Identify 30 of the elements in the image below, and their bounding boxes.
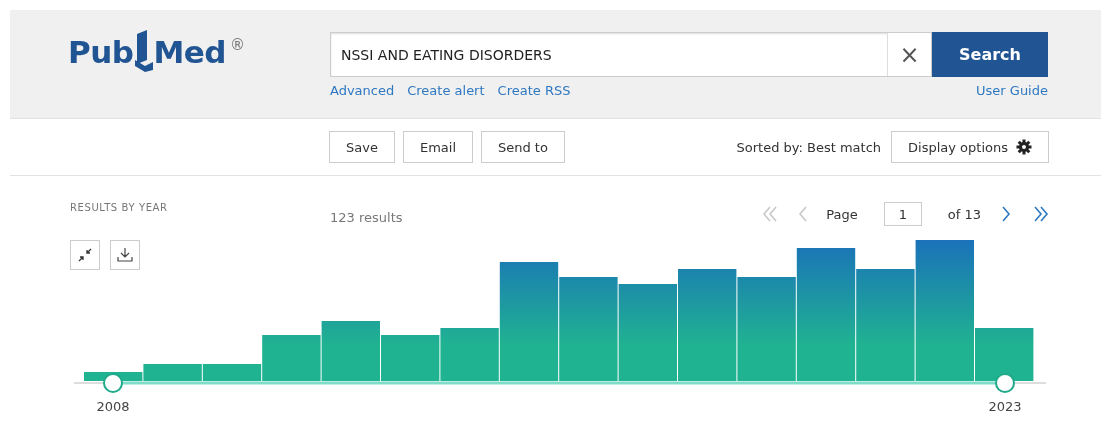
action-button[interactable]: Send to (481, 131, 565, 163)
logo-text: Med (153, 34, 227, 70)
logo-text: Pub (68, 34, 134, 70)
page-total: of 13 (947, 206, 981, 222)
result-count: 123 results (330, 209, 403, 225)
search-button[interactable]: Search (932, 32, 1048, 77)
histogram-bar (321, 321, 380, 381)
page-input[interactable]: 1 (883, 202, 922, 226)
search-link[interactable]: Create alert (407, 83, 485, 98)
search-link[interactable]: Create RSS (497, 83, 571, 98)
action-button[interactable]: Email (402, 131, 473, 163)
search-link[interactable]: Advanced (330, 83, 395, 98)
collapse-button[interactable] (70, 240, 100, 270)
action-button[interactable]: Save (329, 131, 395, 163)
year-label: 2023 (988, 399, 1022, 414)
search-field[interactable]: NSSI AND EATING DISORDERS × (330, 32, 932, 77)
user-guide-link[interactable]: User Guide (976, 83, 1048, 98)
section-title: RESULTS BY YEAR (70, 201, 169, 213)
registered-mark: ® (230, 36, 245, 54)
download-button[interactable] (110, 240, 140, 270)
page-label: Page (826, 206, 858, 222)
histogram-bar (381, 335, 440, 381)
display-options-button[interactable]: Display options (891, 131, 1049, 163)
collapse-icon (77, 247, 93, 263)
year-label: 2008 (96, 399, 130, 414)
gear-icon (1016, 139, 1032, 155)
sort-label: Sorted by: Best match (736, 139, 882, 155)
clear-button[interactable]: × (887, 33, 931, 76)
download-icon (117, 247, 133, 263)
book-icon (133, 30, 156, 72)
